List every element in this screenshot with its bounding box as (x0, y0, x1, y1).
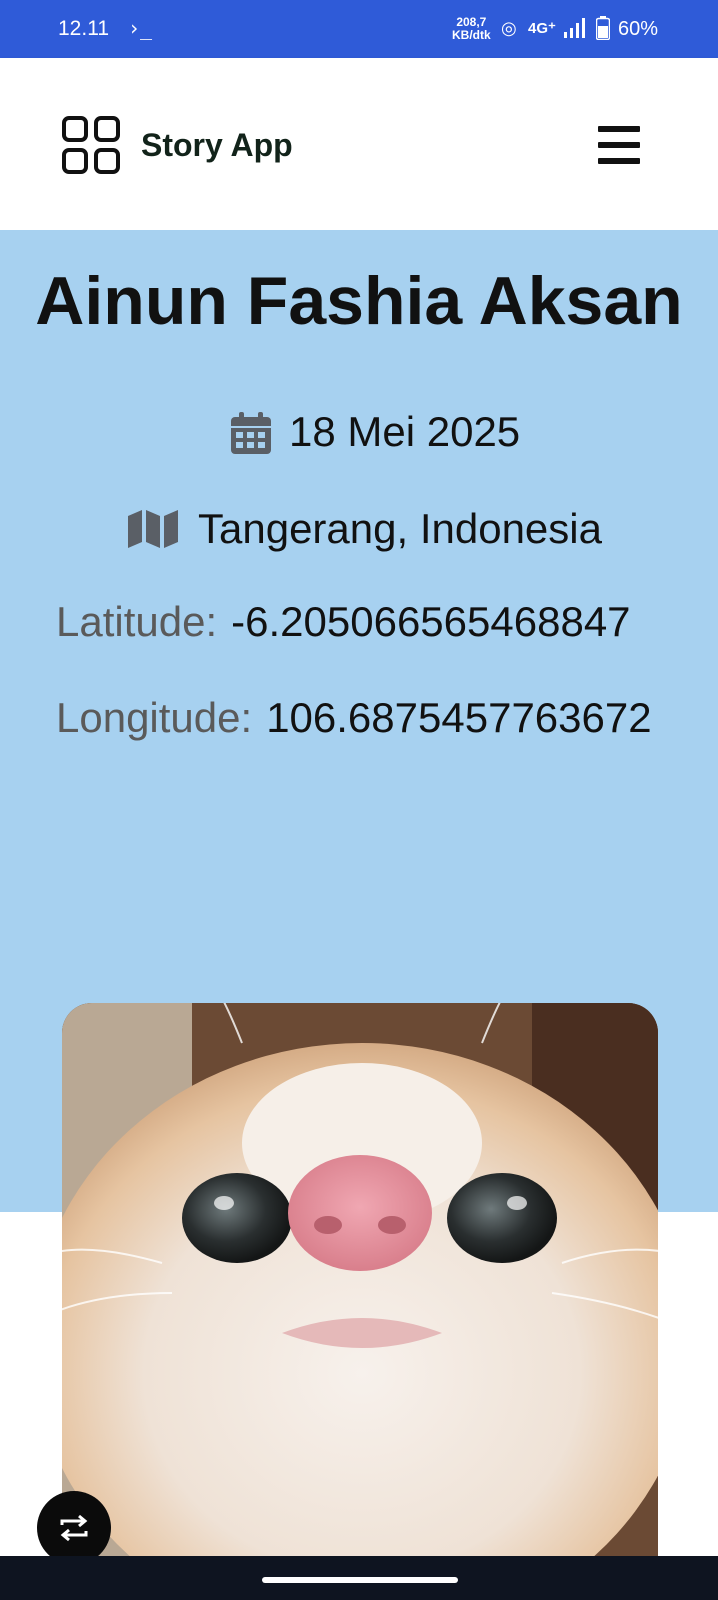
switch-camera-button[interactable] (37, 1491, 111, 1565)
hamburger-icon[interactable] (598, 126, 640, 166)
battery-percent: 60% (618, 18, 659, 40)
author-name: Ainun Fashia Aksan (35, 263, 683, 339)
home-gesture-handle[interactable] (262, 1577, 458, 1583)
calendar-icon (231, 412, 271, 454)
latitude-row: Latitude: -6.205066565468847 (56, 598, 718, 646)
status-time: 12.11 (58, 17, 109, 40)
cat-photo (62, 1003, 658, 1563)
latitude-value: -6.205066565468847 (231, 598, 631, 645)
location-text: Tangerang, Indonesia (198, 505, 602, 552)
terminal-icon: ›_ (128, 16, 153, 40)
battery-icon (596, 16, 610, 40)
grid-icon[interactable] (62, 116, 120, 174)
longitude-value: 106.6875457763672 (266, 694, 652, 741)
hotspot-icon: ◎ (501, 18, 517, 38)
switch-camera-icon (60, 1514, 88, 1542)
network-speed-unit: KB/dtk (452, 28, 491, 42)
longitude-row: Longitude: 106.6875457763672 (56, 694, 718, 742)
signal-icon (564, 18, 585, 38)
network-speed: 208,7 KB/dtk (452, 16, 491, 42)
app-title[interactable]: Story App (141, 127, 293, 164)
longitude-label: Longitude: (56, 694, 253, 741)
status-bar: 12.11 ›_ 208,7 KB/dtk ◎ 4G⁺ 60% (0, 0, 718, 58)
story-photo (62, 1003, 658, 1563)
map-icon (128, 510, 178, 548)
date-text: 18 Mei 2025 (289, 408, 521, 455)
network-type: 4G⁺ (528, 20, 556, 37)
latitude-label: Latitude: (56, 598, 218, 645)
